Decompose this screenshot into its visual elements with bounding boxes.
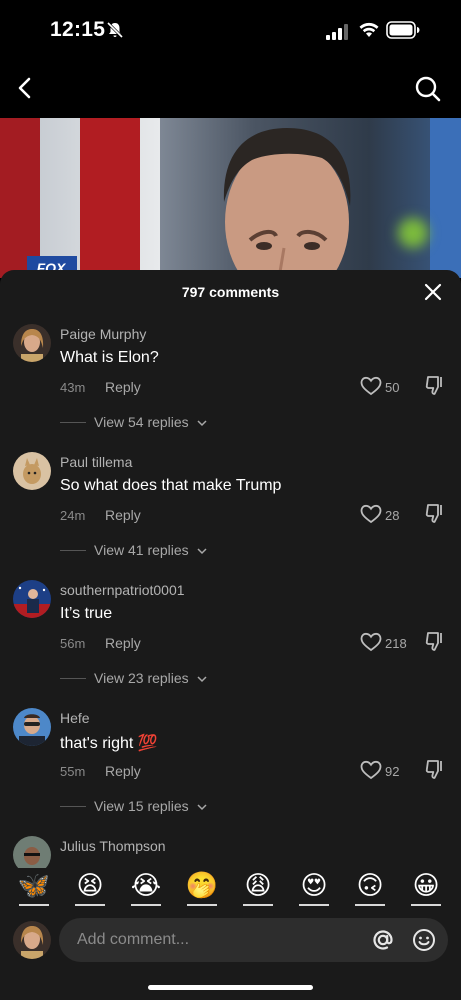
user-avatar[interactable] (13, 708, 51, 746)
comment-timestamp: 56m (60, 636, 86, 651)
comment-timestamp: 55m (60, 764, 86, 779)
reply-button[interactable]: Reply (105, 763, 141, 779)
user-avatar[interactable] (13, 324, 51, 362)
thumbs-down-icon[interactable] (425, 503, 445, 525)
view-replies-button[interactable]: View 54 replies (94, 414, 189, 430)
close-icon[interactable] (423, 282, 443, 302)
comment-username[interactable]: Paul tillema (60, 454, 132, 470)
emoji-heart-eyes[interactable]: 😍 (296, 868, 332, 908)
speaker-portrait (223, 128, 351, 278)
heart-icon[interactable] (360, 376, 382, 396)
thumbs-down-icon[interactable] (425, 759, 445, 781)
replies-divider (60, 550, 86, 551)
like-count: 218 (385, 636, 407, 651)
reply-button[interactable]: Reply (105, 507, 141, 523)
status-bar: 12:15 (0, 0, 461, 62)
user-avatar[interactable] (13, 580, 51, 618)
comment-username[interactable]: Hefe (60, 710, 90, 726)
battery-icon (386, 21, 420, 39)
emoji-butterfly[interactable]: 🦋 (16, 868, 52, 908)
thumbs-down-icon[interactable] (425, 375, 445, 397)
emoji-tired-face[interactable]: 😫 (72, 868, 108, 908)
comments-count-title: 797 comments (181, 284, 280, 300)
comment-input-row: Add comment... (0, 914, 461, 970)
emoji-quick-bar: 🦋 😫 😭 🤭 😩 😍 🙃 😀 (0, 868, 461, 914)
flag-background (0, 118, 40, 278)
comment-text: that's right 💯 (60, 735, 158, 752)
video-preview[interactable]: FOX NEWS channel (0, 118, 461, 278)
comment-username[interactable]: southernpatriot0001 (60, 582, 185, 598)
heart-icon[interactable] (360, 632, 382, 652)
emoji-loudly-crying[interactable]: 😭 (128, 868, 164, 908)
replies-divider (60, 806, 86, 807)
reply-button[interactable]: Reply (105, 379, 141, 395)
emoji-hand-over-mouth[interactable]: 🤭 (184, 868, 220, 908)
my-avatar (13, 921, 51, 959)
comment-input-placeholder: Add comment... (77, 931, 190, 948)
home-indicator (148, 985, 313, 990)
chevron-down-icon (197, 676, 207, 683)
comment-item: Paul tillema So what does that make Trum… (0, 452, 461, 580)
chevron-down-icon (197, 548, 207, 555)
comment-item: Hefe that's right 💯 55m Reply 92 View 15… (0, 708, 461, 836)
heart-icon[interactable] (360, 760, 382, 780)
comment-item: Paige Murphy What is Elon? 43m Reply 50 … (0, 324, 461, 452)
emoji-grinning[interactable]: 😀 (408, 868, 444, 908)
chevron-down-icon (197, 420, 207, 427)
top-nav (0, 62, 461, 118)
user-avatar[interactable] (13, 836, 51, 868)
emoji-weary-face[interactable]: 😩 (240, 868, 276, 908)
comment-item: southernpatriot0001 It’s true 56m Reply … (0, 580, 461, 708)
like-count: 92 (385, 764, 400, 779)
view-replies-button[interactable]: View 23 replies (94, 670, 189, 686)
wifi-icon (359, 22, 379, 37)
comment-timestamp: 43m (60, 380, 86, 395)
background-light (398, 218, 428, 248)
back-arrow-icon[interactable] (12, 74, 40, 102)
like-count: 28 (385, 508, 400, 523)
cellular-signal-icon (326, 24, 348, 40)
background-blue (430, 118, 461, 278)
replies-divider (60, 422, 86, 423)
flag-background-red (80, 118, 140, 278)
emoji-picker-icon[interactable] (412, 928, 436, 952)
mention-at-icon[interactable] (371, 928, 395, 952)
user-avatar[interactable] (13, 452, 51, 490)
bell-mute-icon (106, 21, 124, 39)
like-count: 50 (385, 380, 400, 395)
replies-divider (60, 678, 86, 679)
comment-text: What is Elon? (60, 349, 159, 366)
comment-text: So what does that make Trump (60, 477, 282, 494)
comment-username[interactable]: Julius Thompson (60, 838, 166, 854)
view-replies-button[interactable]: View 15 replies (94, 798, 189, 814)
search-icon[interactable] (413, 74, 443, 104)
chevron-down-icon (197, 804, 207, 811)
thumbs-down-icon[interactable] (425, 631, 445, 653)
heart-icon[interactable] (360, 504, 382, 524)
emoji-upside-down[interactable]: 🙃 (352, 868, 388, 908)
reply-button[interactable]: Reply (105, 635, 141, 651)
view-replies-button[interactable]: View 41 replies (94, 542, 189, 558)
comment-text: It’s true (60, 605, 113, 622)
comment-input[interactable]: Add comment... (59, 918, 448, 962)
status-time: 12:15 (50, 18, 106, 41)
comment-timestamp: 24m (60, 508, 86, 523)
comment-username[interactable]: Paige Murphy (60, 326, 146, 342)
